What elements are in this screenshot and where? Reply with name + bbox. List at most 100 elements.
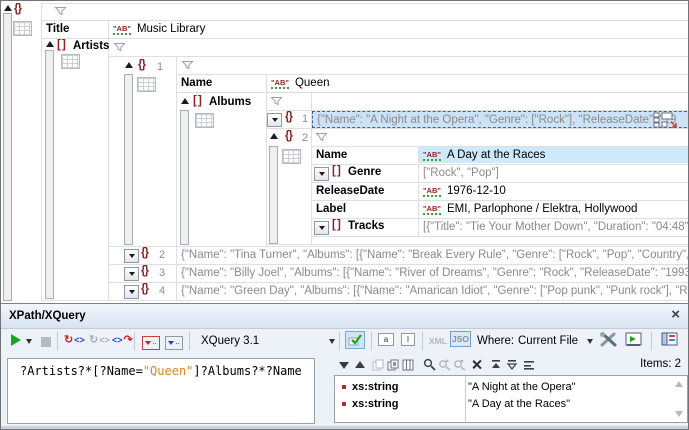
collapse-artist1-button[interactable] (125, 62, 133, 68)
play-icon (11, 334, 21, 346)
scope-select[interactable]: Current File (518, 335, 578, 347)
filter-icon[interactable] (54, 6, 67, 16)
label-value-cell[interactable]: "AB" EMI, Parlophone / Elektra, Hollywoo… (419, 201, 688, 217)
stop-button[interactable] (41, 337, 51, 347)
search-up-icon (438, 358, 451, 371)
label-key-cell[interactable]: Label (312, 201, 420, 217)
artists-table-view-icon[interactable] (61, 54, 80, 69)
root-object-badge: {} (14, 3, 21, 15)
albums-table-view-icon[interactable] (195, 113, 214, 128)
artist1-span-bar[interactable] (124, 74, 133, 245)
label-value: EMI, Parlophone / Elektra, Hollywood (447, 203, 637, 215)
tracks-key: Tracks (348, 220, 384, 232)
expand-genre-button[interactable] (314, 167, 329, 181)
run-options-caret-icon[interactable] (26, 339, 32, 344)
json-mode-toggle[interactable]: JSO (450, 331, 471, 347)
albums-span-bar[interactable] (180, 110, 189, 245)
genre-value-cell[interactable]: ["Rock", "Pop"] (419, 165, 688, 181)
grid-line (41, 3, 42, 300)
collapse-root-button[interactable] (4, 5, 12, 11)
results-list[interactable]: xs:string "A Night at the Opera" xs:stri… (334, 375, 688, 423)
xquery-expression-input[interactable]: ?Artists?*[?Name="Queen"]?Albums?*?Name (7, 358, 315, 424)
expand-artist3-button[interactable] (124, 267, 139, 281)
clear-results-icon[interactable] (471, 359, 482, 370)
name-key-cell[interactable]: Name (177, 75, 268, 91)
title-value-cell[interactable]: "AB" Music Library (109, 21, 688, 37)
filter-icon[interactable] (270, 96, 283, 106)
result-value: "A Night at the Opera" (468, 381, 575, 393)
expression-string-literal: "Queen" (143, 364, 194, 378)
artists-span-bar[interactable] (45, 50, 54, 299)
result-row[interactable]: xs:string "A Night at the Opera" (335, 378, 687, 395)
root-span-bar[interactable] (3, 13, 12, 301)
scope-caret-icon[interactable] (587, 339, 593, 344)
artist3-preview-cell[interactable]: {"Name": "Billy Joel", "Albums": [{"Name… (177, 265, 688, 281)
title-key-cell[interactable]: Title (42, 21, 111, 37)
album1-index: 1 (302, 113, 308, 125)
name-key: Name (181, 77, 212, 89)
filter-icon[interactable] (113, 42, 126, 52)
object-badge: {} (285, 130, 292, 142)
album2-name-key-cell[interactable]: Name (312, 147, 420, 163)
expression-builder-toggle[interactable] (345, 331, 365, 349)
tracks-value-cell[interactable]: [{"Title": "Tie Your Mother Down", "Dura… (419, 219, 688, 235)
previous-result-icon[interactable] (355, 361, 365, 368)
title-value: Music Library (137, 23, 205, 35)
toolbar-separator (422, 332, 423, 350)
album2-name-value-cell[interactable]: "AB" A Day at the Races (419, 147, 688, 163)
window-cursor-icon[interactable]: I (401, 333, 415, 346)
collapse-artists-button[interactable] (46, 41, 54, 47)
expand-popup-icon[interactable] (653, 112, 679, 128)
grid-line (266, 244, 688, 245)
root-table-view-icon[interactable] (13, 21, 32, 36)
expand-artist2-button[interactable] (124, 249, 139, 263)
scroll-up-icon[interactable] (675, 381, 683, 387)
word-wrap-icon[interactable] (523, 360, 535, 370)
grid-line (311, 236, 688, 237)
window-a-icon[interactable]: a (378, 333, 394, 346)
panel-title-bar[interactable]: XPath/XQuery (1, 304, 688, 329)
collapse-album2-button[interactable] (270, 133, 278, 139)
artist4-preview-cell[interactable]: {"Name": "Green Day", "Albums": [{"Name"… (177, 283, 688, 299)
collapse-albums-button[interactable] (181, 98, 189, 104)
album2-table-view-icon[interactable] (282, 149, 301, 164)
artist1-table-view-icon[interactable] (137, 77, 156, 92)
close-icon[interactable]: × (671, 306, 680, 323)
grid-line (108, 56, 688, 57)
artist2-preview-cell[interactable]: {"Name": "Tina Turner", "Albums": [{"Nam… (177, 247, 688, 263)
expand-artist4-button[interactable] (124, 285, 139, 299)
next-result-icon[interactable] (339, 362, 349, 369)
expand-album1-button[interactable] (267, 113, 282, 127)
releasedate-key-cell[interactable]: ReleaseDate (312, 183, 420, 199)
grid-line (266, 128, 688, 129)
where-label: Where: (477, 335, 514, 347)
settings-tools-icon[interactable] (599, 331, 619, 348)
evaluate-jump-icon[interactable]: <>↷ (112, 335, 133, 346)
releasedate-value-cell[interactable]: "AB" 1976-12-10 (419, 183, 688, 199)
search-icon[interactable] (423, 358, 436, 371)
scroll-to-top-icon[interactable] (490, 359, 502, 371)
scroll-to-bottom-icon[interactable] (506, 359, 518, 371)
breakpoint-red-icon[interactable]: ‥ (142, 336, 160, 350)
evaluate-on-edit-icon[interactable]: ↻<> (64, 335, 85, 346)
breakpoint-blue-icon[interactable]: ‥ (165, 336, 183, 350)
name-value-cell[interactable]: "AB" Queen (267, 75, 688, 91)
copy-with-text-icon[interactable] (387, 359, 399, 371)
copy-columns-icon[interactable] (402, 359, 414, 371)
album1-selected-cell[interactable]: {"Name": "A Night at the Opera", "Genre"… (312, 111, 688, 128)
filter-icon[interactable] (181, 60, 194, 70)
run-button[interactable] (11, 334, 21, 346)
album2-span-bar[interactable] (269, 146, 278, 244)
object-badge: {} (141, 265, 148, 277)
filter-icon[interactable] (315, 132, 328, 142)
language-caret-icon[interactable] (329, 339, 335, 344)
expand-tracks-button[interactable] (314, 221, 329, 235)
run-in-editor-icon[interactable] (625, 332, 643, 347)
scroll-down-icon[interactable] (675, 411, 683, 417)
language-select[interactable]: XQuery 3.1 (201, 335, 259, 347)
layout-panel-icon[interactable] (661, 332, 678, 346)
xml-mode-toggle[interactable]: XML (429, 336, 447, 346)
string-type-icon: "AB" (271, 78, 289, 89)
result-value: "A Day at the Races" (468, 398, 570, 410)
result-row[interactable]: xs:string "A Day at the Races" (335, 395, 687, 412)
